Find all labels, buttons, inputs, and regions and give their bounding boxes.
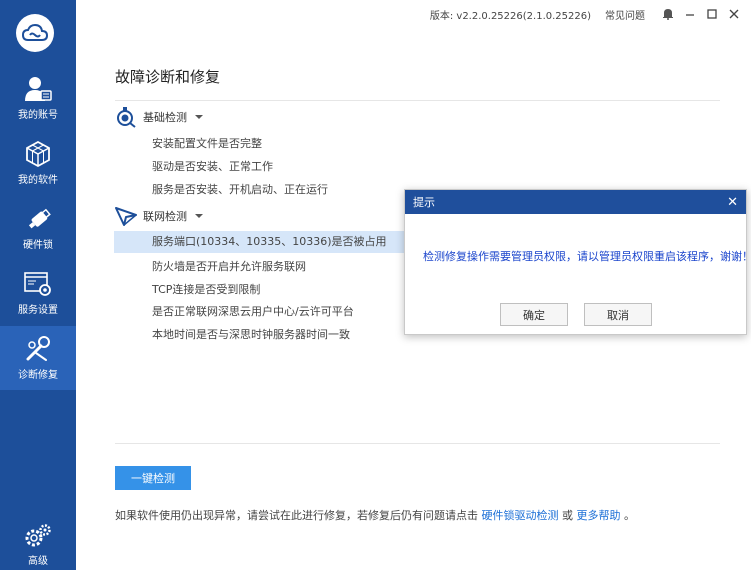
- sidebar-item-account[interactable]: 我的账号: [0, 66, 76, 130]
- hardware-lock-driver-check-link[interactable]: 硬件锁驱动检测: [482, 509, 559, 522]
- sidebar-item-hardware-lock[interactable]: 硬件锁: [0, 196, 76, 260]
- chevron-down-icon: [195, 115, 203, 119]
- cubes-icon: [26, 140, 50, 167]
- sidebar-item-label: 服务设置: [18, 304, 58, 316]
- ok-button[interactable]: 确定: [500, 303, 568, 326]
- check-item-highlighted: 服务端口(10334、10335、10336)是否被占用: [114, 231, 414, 253]
- section-label: 基础检测: [143, 111, 187, 124]
- user-icon: [25, 76, 52, 101]
- dialog-close-icon[interactable]: ✕: [727, 195, 738, 210]
- footer-or: 或: [562, 509, 573, 522]
- check-item: 驱动是否安装、正常工作: [152, 160, 273, 173]
- check-item: TCP连接是否受到限制: [152, 283, 261, 296]
- usb-icon: [28, 208, 51, 228]
- dialog-message: 检测修复操作需要管理员权限，请以管理员权限重启该程序，谢谢！: [423, 250, 751, 263]
- sidebar-item-label: 我的账号: [18, 109, 58, 121]
- check-item: 防火墙是否开启并允许服务联网: [152, 260, 306, 273]
- divider: [115, 100, 720, 101]
- check-item: 安装配置文件是否完整: [152, 137, 262, 150]
- gears-icon: [25, 523, 51, 546]
- sidebar-item-software[interactable]: 我的软件: [0, 131, 76, 195]
- magnifier-icon: [115, 106, 137, 128]
- one-click-check-button[interactable]: 一键检测: [115, 466, 191, 490]
- section-label: 联网检测: [143, 210, 187, 223]
- sidebar-item-service-settings[interactable]: 服务设置: [0, 261, 76, 325]
- sidebar-item-label: 我的软件: [18, 174, 58, 186]
- footer-help: 如果软件使用仍出现异常，请尝试在此进行修复，若修复后仍有问题请点击 硬件锁驱动检…: [115, 507, 635, 523]
- sidebar-item-label: 诊断修复: [18, 369, 58, 381]
- section-basic-check[interactable]: 基础检测: [115, 106, 203, 128]
- cloud-logo-icon: [16, 14, 54, 52]
- sidebar: 我的账号 我的软件 硬件锁 服务设置 诊断修复 高级: [0, 0, 76, 570]
- cancel-button[interactable]: 取消: [584, 303, 652, 326]
- section-network-check[interactable]: 联网检测: [115, 205, 203, 227]
- sidebar-item-advanced[interactable]: 高级: [0, 520, 76, 570]
- footer-end: 。: [624, 509, 635, 522]
- settings-window-icon: [24, 271, 51, 296]
- sidebar-item-diagnose[interactable]: 诊断修复: [0, 326, 76, 390]
- dialog-header: 提示 ✕: [405, 190, 746, 214]
- divider: [115, 443, 720, 444]
- more-help-link[interactable]: 更多帮助: [577, 509, 621, 522]
- dialog-title: 提示: [413, 196, 435, 209]
- alert-dialog: 提示 ✕ 检测修复操作需要管理员权限，请以管理员权限重启该程序，谢谢！ 确定 取…: [404, 189, 751, 335]
- sidebar-item-label: 硬件锁: [23, 239, 53, 251]
- sidebar-item-label: 高级: [28, 555, 48, 567]
- page-title: 故障诊断和修复: [115, 68, 221, 86]
- check-item: 本地时间是否与深思时钟服务器时间一致: [152, 328, 350, 341]
- paper-plane-icon: [115, 205, 137, 227]
- footer-text: 如果软件使用仍出现异常，请尝试在此进行修复，若修复后仍有问题请点击: [115, 509, 478, 522]
- chevron-down-icon: [195, 214, 203, 218]
- check-item: 服务是否安装、开机启动、正在运行: [152, 183, 328, 196]
- wrench-icon: [26, 335, 50, 361]
- check-item: 是否正常联网深思云用户中心/云许可平台: [152, 305, 354, 318]
